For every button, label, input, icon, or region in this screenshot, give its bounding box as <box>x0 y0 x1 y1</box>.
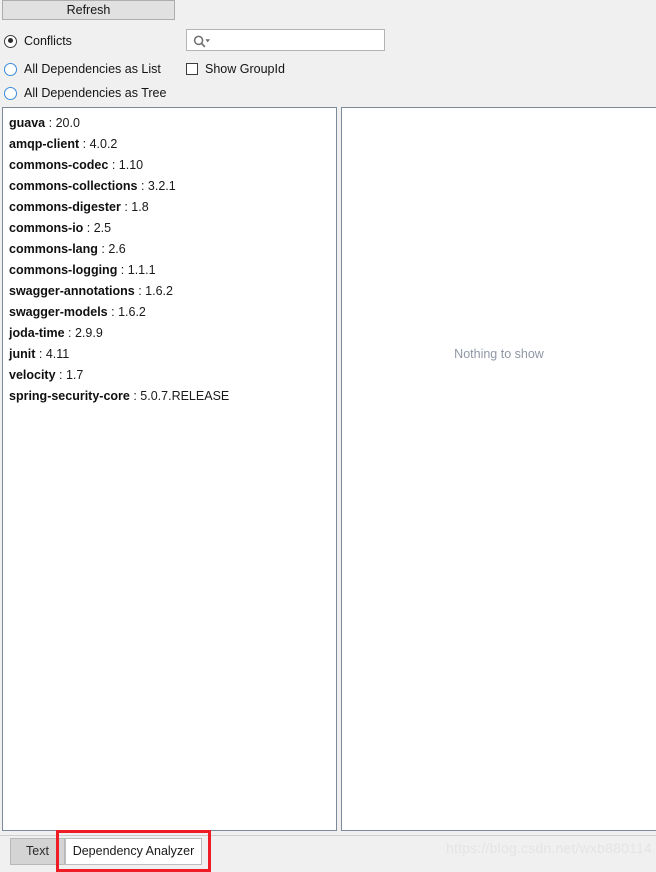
dependency-artifact-id: commons-digester <box>9 200 121 214</box>
dependency-version: 4.0.2 <box>89 137 118 151</box>
dependency-separator: : <box>64 326 75 340</box>
dependency-version: 1.1.1 <box>127 263 156 277</box>
dependency-item[interactable]: velocity : 1.7 <box>9 365 336 386</box>
dependency-list: guava : 20.0 amqp-client : 4.0.2 commons-c… <box>3 108 336 407</box>
dependency-version: 4.11 <box>45 347 70 361</box>
dependency-separator: : <box>108 158 119 172</box>
dependency-artifact-id: velocity <box>9 368 56 382</box>
dependency-separator: : <box>83 221 94 235</box>
dependency-version: 3.2.1 <box>147 179 176 193</box>
dependency-artifact-id: junit <box>9 347 36 361</box>
radio-option-all-dependencies-as-list[interactable]: All Dependencies as List <box>4 61 161 77</box>
dependency-separator: : <box>137 179 148 193</box>
dependency-separator: : <box>35 347 46 361</box>
radio-label-all-dependencies-as-tree: All Dependencies as Tree <box>24 86 167 100</box>
dependency-detail-panel[interactable]: Nothing to show <box>341 107 656 831</box>
dependency-artifact-id: spring-security-core <box>9 389 130 403</box>
dependency-artifact-id: joda-time <box>9 326 65 340</box>
search-input[interactable] <box>215 31 382 49</box>
dependency-artifact-id: commons-io <box>9 221 84 235</box>
radio-selected-icon <box>4 34 17 48</box>
dependency-version: 1.6.2 <box>118 305 146 319</box>
dependency-version: 2.5 <box>93 221 112 235</box>
dependency-separator: : <box>79 137 90 151</box>
radio-option-conflicts[interactable]: Conflicts <box>4 33 72 49</box>
radio-unselected-icon <box>4 62 17 76</box>
dependency-item[interactable]: guava : 20.0 <box>9 113 336 134</box>
dependency-version: 2.6 <box>108 242 126 256</box>
dependency-version: 1.7 <box>65 368 84 382</box>
checkbox-show-group-id[interactable]: Show GroupId <box>186 61 285 77</box>
search-box[interactable] <box>186 29 385 51</box>
dependency-item[interactable]: junit : 4.11 <box>9 344 336 365</box>
dependency-item[interactable]: spring-security-core : 5.0.7.RELEASE <box>9 386 336 407</box>
tab-dependency-analyzer[interactable]: Dependency Analyzer <box>65 838 202 865</box>
toolbar: Refresh Conflicts All Dependencies as Li… <box>0 0 656 107</box>
dependency-version: 1.8 <box>131 200 149 214</box>
checkbox-label-show-group-id: Show GroupId <box>205 62 285 76</box>
dependency-item[interactable]: commons-io : 2.5 <box>9 218 336 239</box>
dependency-separator: : <box>117 263 128 277</box>
dependency-artifact-id: commons-codec <box>9 158 109 172</box>
dependency-list-panel[interactable]: guava : 20.0 amqp-client : 4.0.2 commons-c… <box>2 107 337 831</box>
dependency-item[interactable]: commons-codec : 1.10 <box>9 155 336 176</box>
dependency-artifact-id: guava <box>9 116 46 130</box>
watermark-text: https://blog.csdn.net/wxb880114 <box>446 840 652 856</box>
dependency-artifact-id: amqp-client <box>9 137 80 151</box>
dependency-separator: : <box>134 284 146 298</box>
empty-state-message: Nothing to show <box>454 347 544 361</box>
radio-label-all-dependencies-as-list: All Dependencies as List <box>24 62 161 76</box>
dependency-version: 2.9.9 <box>74 326 103 340</box>
dependency-version: 1.6.2 <box>145 284 173 298</box>
search-icon[interactable] <box>193 34 213 48</box>
dependency-separator: : <box>97 242 109 256</box>
dependency-separator: : <box>107 305 119 319</box>
dependency-item[interactable]: swagger-models : 1.6.2 <box>9 302 336 323</box>
dependency-version: 5.0.7.RELEASE <box>140 389 230 403</box>
dependency-artifact-id: swagger-annotations <box>9 284 135 298</box>
checkbox-unchecked-icon <box>186 63 198 75</box>
dependency-artifact-id: commons-collections <box>9 179 138 193</box>
dependency-separator: : <box>55 368 66 382</box>
dependency-separator: : <box>129 389 141 403</box>
radio-option-all-dependencies-as-tree[interactable]: All Dependencies as Tree <box>4 85 166 101</box>
radio-unselected-icon <box>4 86 17 100</box>
dependency-item[interactable]: commons-lang : 2.6 <box>9 239 336 260</box>
dependency-version: 20.0 <box>55 116 80 130</box>
dependency-item[interactable]: amqp-client : 4.0.2 <box>9 134 336 155</box>
dependency-artifact-id: commons-logging <box>9 263 118 277</box>
dependency-item[interactable]: swagger-annotations : 1.6.2 <box>9 281 336 302</box>
dependency-artifact-id: swagger-models <box>9 305 108 319</box>
radio-label-conflicts: Conflicts <box>24 34 72 48</box>
dependency-item[interactable]: joda-time : 2.9.9 <box>9 323 336 344</box>
dependency-separator: : <box>45 116 56 130</box>
dependency-item[interactable]: commons-collections : 3.2.1 <box>9 176 336 197</box>
dependency-item[interactable]: commons-digester : 1.8 <box>9 197 336 218</box>
refresh-button[interactable]: Refresh <box>2 0 175 20</box>
dependency-artifact-id: commons-lang <box>9 242 98 256</box>
tab-text[interactable]: Text <box>10 838 65 865</box>
dependency-version: 1.10 <box>118 158 144 172</box>
dependency-separator: : <box>120 200 132 214</box>
dependency-item[interactable]: commons-logging : 1.1.1 <box>9 260 336 281</box>
